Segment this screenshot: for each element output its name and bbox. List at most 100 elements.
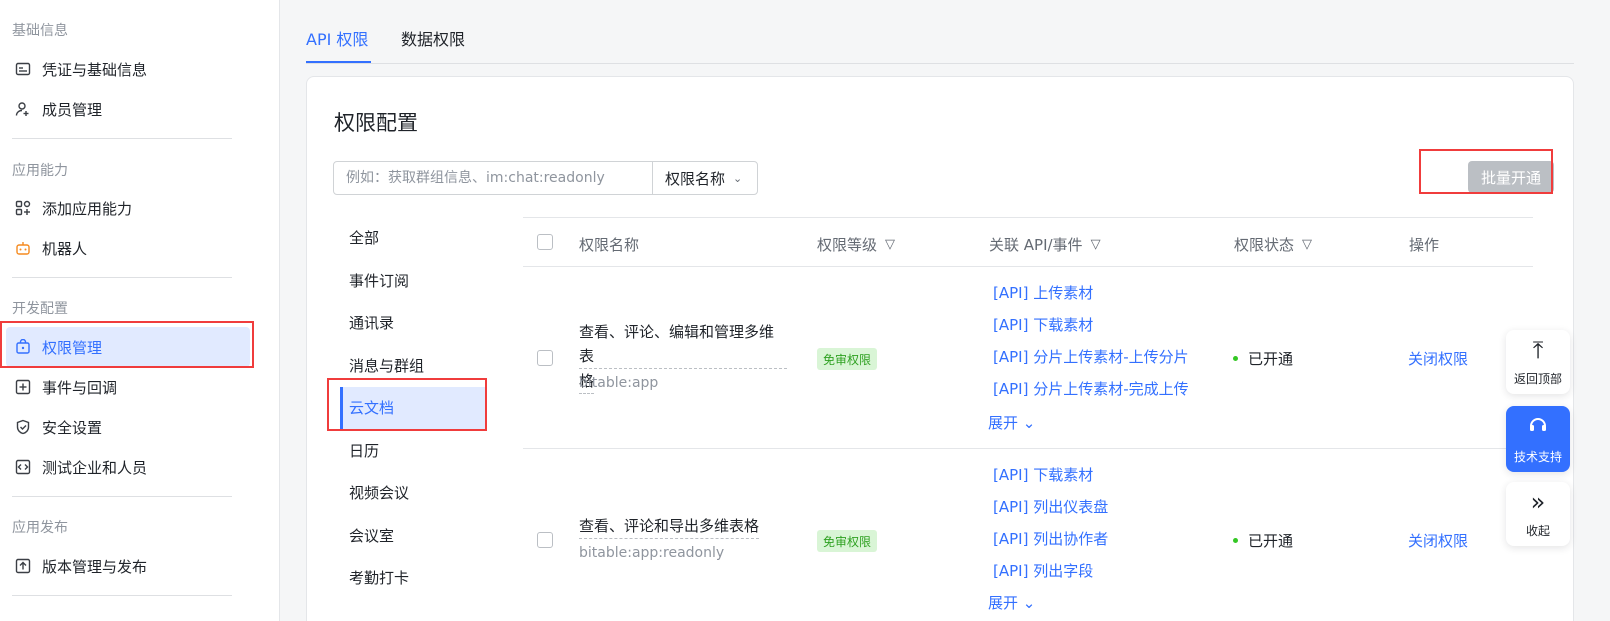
back-to-top-button[interactable]: ⤒ 返回顶部 [1506, 330, 1570, 394]
upload-icon [14, 557, 32, 575]
api-link[interactable]: [API] 列出协作者 [993, 528, 1108, 549]
api-link[interactable]: [API] 列出字段 [993, 560, 1093, 581]
permission-name: 查看、评论和导出多维表格 [579, 514, 760, 539]
status-indicator: 已开通 [1233, 348, 1293, 369]
sidebar-item-security[interactable]: 安全设置 [0, 407, 250, 447]
api-link[interactable]: [API] 分片上传素材-完成上传 [993, 378, 1189, 399]
api-link[interactable]: [API] 列出仪表盘 [993, 496, 1108, 517]
back-to-top-label: 返回顶部 [1513, 372, 1562, 386]
divider [12, 138, 232, 139]
category-calendar[interactable]: 日历 [349, 440, 379, 461]
level-badge: 免审权限 [817, 348, 878, 370]
category-events[interactable]: 事件订阅 [349, 270, 409, 291]
sidebar-item-label: 添加应用能力 [42, 199, 133, 218]
row-checkbox[interactable] [537, 532, 553, 548]
permission-code: bitable:app:readonly [579, 545, 725, 561]
level-badge: 免审权限 [817, 530, 878, 552]
sidebar-item-label: 测试企业和人员 [42, 458, 148, 477]
category-contacts[interactable]: 通讯录 [349, 312, 394, 333]
divider [12, 496, 232, 497]
sidebar-item-versions[interactable]: 版本管理与发布 [0, 546, 250, 586]
header-api-label: 关联 API/事件 [989, 236, 1083, 254]
header-api[interactable]: 关联 API/事件 ▽ [989, 234, 1101, 255]
sidebar-item-events[interactable]: 事件与回调 [0, 367, 250, 407]
chevron-down-icon: ⌄ [733, 171, 743, 185]
permission-code: bitable:app [579, 375, 659, 391]
filter-icon[interactable]: ▽ [1302, 237, 1312, 252]
sidebar-item-test-tenant[interactable]: 测试企业和人员 [0, 447, 250, 487]
tech-support-button[interactable]: 技术支持 [1506, 406, 1570, 472]
sidebar-item-permissions[interactable]: 权限管理 [6, 327, 250, 367]
add-capability-icon [14, 199, 32, 217]
category-messages[interactable]: 消息与群组 [349, 355, 424, 376]
header-status-label: 权限状态 [1234, 236, 1295, 254]
header-action-label: 操作 [1409, 236, 1440, 254]
category-all[interactable]: 全部 [349, 227, 379, 248]
sidebar-item-label: 事件与回调 [42, 378, 118, 397]
permission-config-card: 权限配置 权限名称 ⌄ 批量开通 全部 事件订阅 通讯录 消息与群组 云文档 日… [306, 76, 1574, 621]
sidebar-item-label: 凭证与基础信息 [42, 60, 148, 79]
expand-label: 展开 [988, 414, 1019, 432]
divider [12, 595, 232, 596]
filter-icon[interactable]: ▽ [885, 237, 895, 252]
arrow-up-icon: ⤒ [1532, 336, 1544, 364]
sidebar-item-members[interactable]: 成员管理 [0, 89, 250, 129]
header-level[interactable]: 权限等级 ▽ [817, 234, 895, 255]
api-link[interactable]: [API] 上传素材 [993, 282, 1093, 303]
card-title: 权限配置 [334, 111, 418, 135]
api-link[interactable]: [API] 分片上传素材-上传分片 [993, 346, 1189, 367]
sidebar-item-label: 版本管理与发布 [42, 557, 148, 576]
status-label: 已开通 [1248, 532, 1294, 550]
tab-data-permissions[interactable]: 数据权限 [401, 26, 465, 50]
search-type-select[interactable]: 权限名称 ⌄ [652, 161, 758, 195]
expand-link[interactable]: 展开 ⌄ [988, 412, 1035, 433]
status-dot [1233, 356, 1238, 361]
category-docs[interactable]: 云文档 [349, 397, 394, 418]
batch-enable-button[interactable]: 批量开通 [1468, 161, 1554, 193]
row-checkbox[interactable] [537, 350, 553, 366]
robot-icon [14, 239, 32, 257]
credential-icon [14, 60, 32, 78]
filter-icon[interactable]: ▽ [1091, 237, 1101, 252]
header-level-label: 权限等级 [817, 236, 878, 254]
chevron-down-icon: ⌄ [1022, 414, 1036, 432]
category-meeting-room[interactable]: 会议室 [349, 525, 394, 546]
active-tab-indicator [306, 61, 371, 63]
select-all-checkbox[interactable] [537, 234, 553, 250]
close-permission-link[interactable]: 关闭权限 [1408, 530, 1468, 551]
status-dot [1233, 538, 1238, 543]
close-permission-link[interactable]: 关闭权限 [1408, 348, 1468, 369]
expand-link[interactable]: 展开 ⌄ [988, 592, 1035, 613]
status-indicator: 已开通 [1233, 530, 1293, 551]
sidebar-item-label: 安全设置 [42, 418, 103, 437]
sidebar-item-label: 机器人 [42, 239, 88, 258]
permission-icon [14, 338, 32, 356]
chevron-down-icon: ⌄ [1022, 594, 1036, 612]
row-divider [523, 448, 1533, 449]
divider [12, 277, 232, 278]
collapse-button[interactable]: » 收起 [1506, 482, 1570, 546]
sidebar-item-credentials[interactable]: 凭证与基础信息 [0, 49, 250, 89]
permission-name-line: 查看、评论、编辑和管理多维表 [579, 320, 787, 369]
header-name: 权限名称 [579, 234, 639, 255]
test-icon [14, 458, 32, 476]
api-link[interactable]: [API] 下载素材 [993, 464, 1093, 485]
tab-api-permissions[interactable]: API 权限 [306, 26, 368, 50]
headset-icon [1527, 414, 1549, 440]
shield-icon [14, 418, 32, 436]
sidebar-item-label: 成员管理 [42, 100, 103, 119]
category-attendance[interactable]: 考勤打卡 [349, 567, 409, 588]
double-chevron-right-icon: » [1530, 488, 1546, 516]
header-action: 操作 [1409, 234, 1439, 255]
header-status[interactable]: 权限状态 ▽ [1234, 234, 1312, 255]
sidebar-item-add-capability[interactable]: 添加应用能力 [0, 188, 250, 228]
sidebar-item-robot[interactable]: 机器人 [0, 228, 250, 268]
api-link[interactable]: [API] 下载素材 [993, 314, 1093, 335]
category-vc[interactable]: 视频会议 [349, 482, 409, 503]
section-release: 应用发布 [12, 520, 68, 536]
section-dev-config: 开发配置 [12, 301, 68, 317]
status-label: 已开通 [1248, 350, 1294, 368]
sidebar-item-label: 权限管理 [42, 338, 103, 357]
search-input[interactable] [333, 161, 653, 195]
section-capabilities: 应用能力 [12, 163, 68, 179]
